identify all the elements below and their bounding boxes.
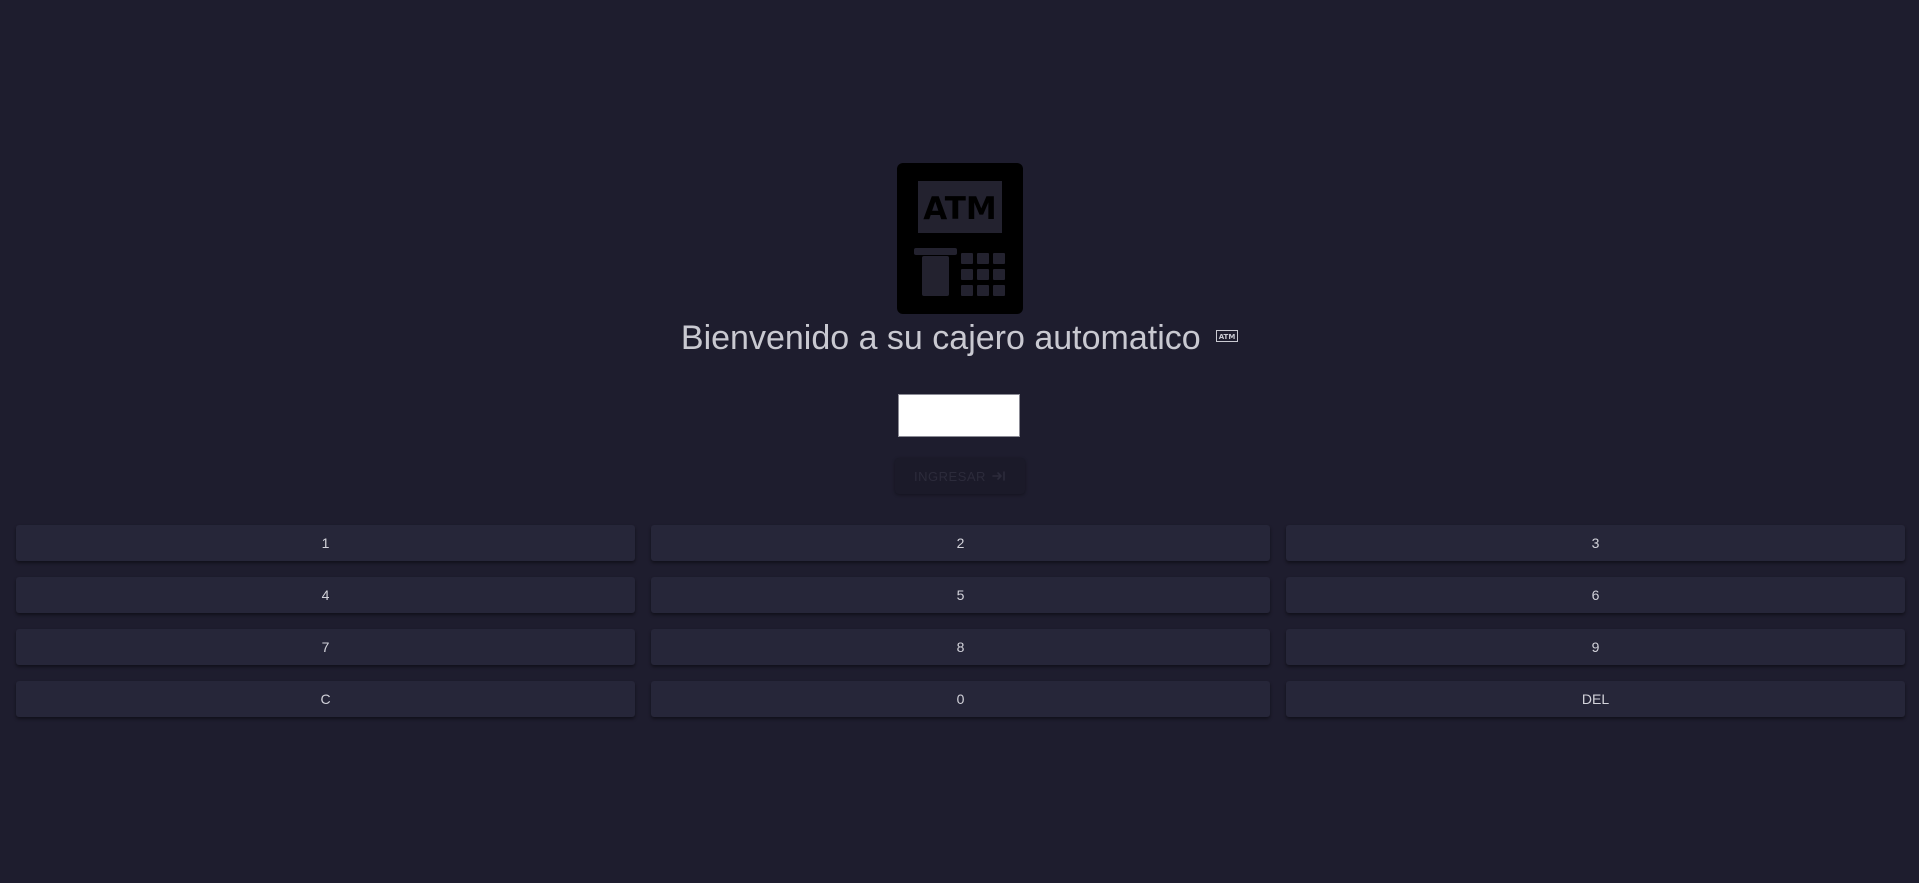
key-2[interactable]: 2 — [651, 525, 1270, 561]
submit-button-label: INGRESAR — [914, 468, 986, 484]
enter-arrow-icon — [992, 471, 1005, 481]
key-6[interactable]: 6 — [1286, 577, 1905, 613]
atm-logo-label: ATM — [923, 191, 997, 227]
key-1[interactable]: 1 — [16, 525, 635, 561]
key-5[interactable]: 5 — [651, 577, 1270, 613]
key-8[interactable]: 8 — [651, 629, 1270, 665]
atm-small-icon: ATM — [1216, 330, 1239, 343]
key-delete[interactable]: DEL — [1286, 681, 1905, 717]
keypad: 1 2 3 4 5 6 7 8 9 C 0 DEL — [16, 525, 1905, 717]
key-4[interactable]: 4 — [16, 577, 635, 613]
atm-page: ATM Bienvenido a su cajero automatico AT… — [0, 0, 1919, 883]
atm-small-icon-label: ATM — [1219, 333, 1236, 341]
key-9[interactable]: 9 — [1286, 629, 1905, 665]
key-clear[interactable]: C — [16, 681, 635, 717]
submit-button[interactable]: INGRESAR — [895, 458, 1025, 494]
page-title: Bienvenido a su cajero automatico ATM — [0, 316, 1919, 360]
key-3[interactable]: 3 — [1286, 525, 1905, 561]
pin-input[interactable] — [898, 394, 1020, 437]
welcome-text: Bienvenido a su cajero automatico — [680, 319, 1201, 357]
key-0[interactable]: 0 — [651, 681, 1270, 717]
atm-machine-icon: ATM — [897, 163, 1023, 314]
key-7[interactable]: 7 — [16, 629, 635, 665]
